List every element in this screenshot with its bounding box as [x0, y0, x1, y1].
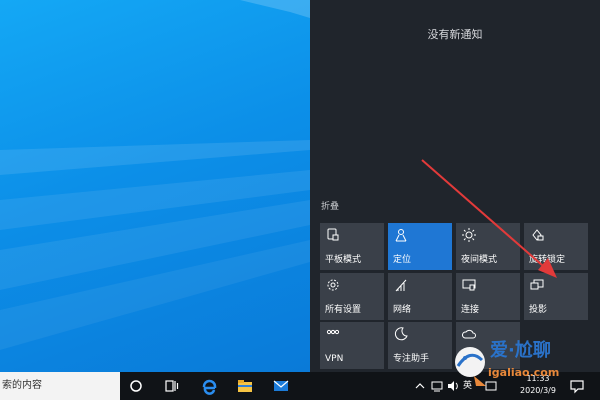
tile-label: 网络 [393, 305, 412, 315]
watermark-title: 爱·尬聊 [490, 340, 551, 361]
action-center-panel: 没有新通知 折叠 平板模式 定位 夜间模式 旋转锁定 所有设置 网络 连接 投影… [310, 0, 600, 372]
task-view-icon[interactable] [163, 377, 181, 395]
tile-label: 投影 [529, 305, 548, 315]
watermark-logo: 爱·尬聊 igaliao.com [448, 332, 600, 394]
location-icon [395, 229, 407, 242]
edge-browser-icon[interactable] [200, 377, 218, 395]
watermark-mascot-icon [455, 347, 486, 386]
tile-focus-assist[interactable]: 专注助手 [388, 322, 452, 369]
tablet-mode-icon [327, 228, 339, 241]
tile-label: 连接 [461, 305, 480, 315]
tile-all-settings[interactable]: 所有设置 [320, 273, 384, 320]
tile-label: 定位 [393, 255, 412, 265]
tile-label: 所有设置 [325, 305, 362, 315]
focus-assist-icon [394, 327, 408, 341]
watermark-url: igaliao.com [488, 366, 560, 379]
chevron-up-icon[interactable] [414, 372, 426, 400]
tile-label: 专注助手 [393, 354, 430, 364]
file-explorer-icon[interactable] [236, 377, 254, 395]
desktop-wallpaper [0, 0, 310, 372]
cortana-icon[interactable] [127, 377, 145, 395]
network-tray-icon[interactable] [430, 372, 444, 400]
settings-icon [327, 279, 339, 291]
tile-label: VPN [325, 354, 344, 364]
collapse-link[interactable]: 折叠 [321, 199, 339, 212]
tile-label: 平板模式 [325, 255, 362, 265]
tile-tablet-mode[interactable]: 平板模式 [320, 223, 384, 270]
tile-vpn[interactable]: VPN [320, 322, 384, 369]
network-icon [395, 279, 407, 292]
wallpaper-light-rays [0, 0, 310, 350]
mail-icon[interactable] [272, 377, 290, 395]
annotation-arrow [421, 159, 557, 278]
no-notifications-text: 没有新通知 [427, 28, 483, 41]
vpn-icon [326, 329, 340, 335]
taskbar-search-box[interactable]: 索的内容 [0, 372, 120, 400]
